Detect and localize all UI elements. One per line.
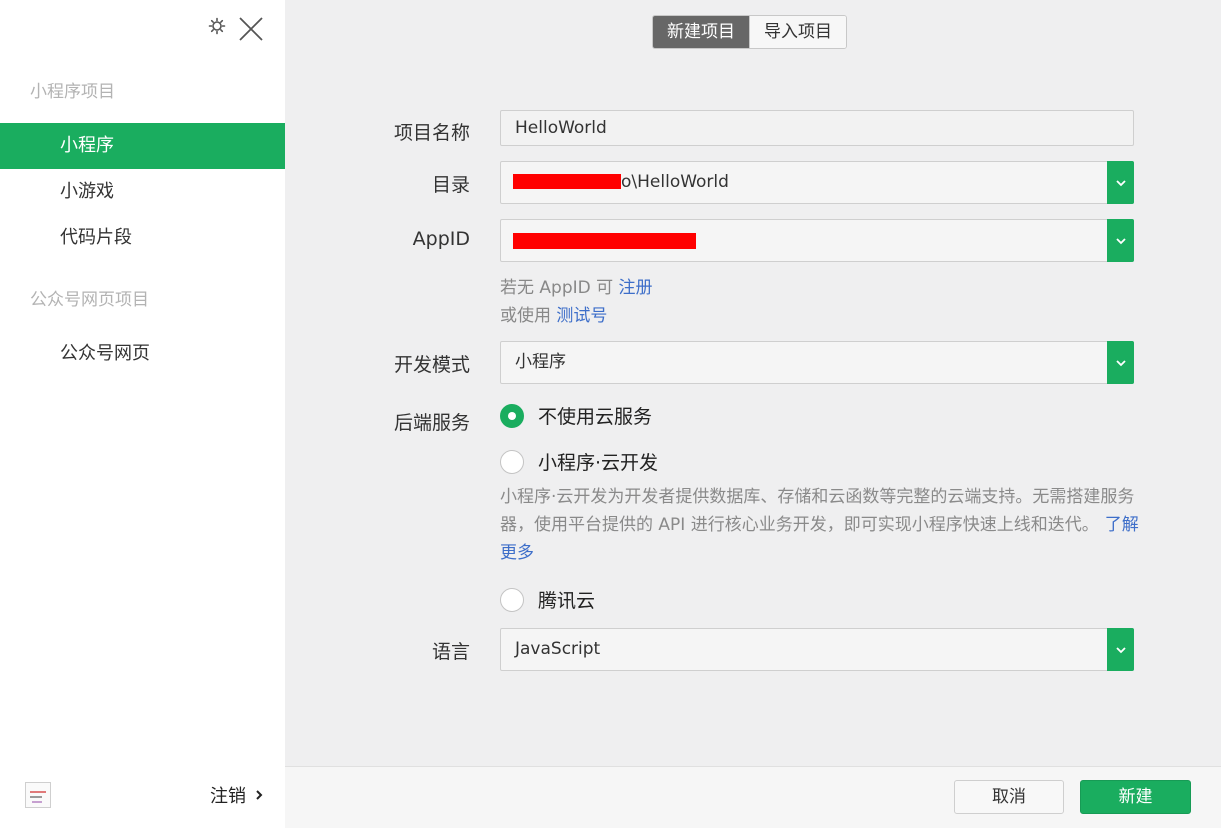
radio-button-checked[interactable] [500,403,524,428]
redacted-appid [513,233,696,249]
appid-label: AppID [412,228,470,250]
cloud-dev-description: 小程序·云开发为开发者提供数据库、存储和云函数等完整的云端支持。无需搭建服务器，… [500,483,1140,567]
radio-tencent-cloud[interactable]: 腾讯云 [500,586,595,613]
appid-select[interactable] [500,219,1134,262]
dev-mode-label: 开发模式 [393,354,470,376]
sidebar-item-official-account-web[interactable]: 公众号网页 [0,331,285,377]
project-name-input[interactable] [501,111,1133,145]
chevron-down-icon [1115,179,1126,186]
language-select[interactable]: JavaScript [500,628,1134,671]
chevron-down-icon [1115,646,1126,653]
main-panel: 新建项目 导入项目 项目名称 目录 o\HelloWorld AppID 若无 … [285,0,1221,828]
footer-bar: 取消 新建 [285,766,1221,828]
radio-cloud-dev-label: 小程序·云开发 [538,452,659,474]
radio-tencent-cloud-label: 腾讯云 [538,590,596,612]
project-name-field [500,110,1134,146]
close-icon[interactable] [238,16,264,42]
radio-button[interactable] [500,449,524,474]
sidebar-item-miniprogram[interactable]: 小程序 [0,123,285,169]
directory-value: o\HelloWorld [621,172,729,192]
sidebar-footer: 注销 [0,764,285,828]
test-account-link[interactable]: 测试号 [556,306,607,326]
language-label: 语言 [431,641,470,663]
project-mode-tabs: 新建项目 导入项目 [652,15,847,49]
appid-dropdown-button[interactable] [1107,219,1134,262]
language-dropdown-button[interactable] [1107,628,1134,671]
sidebar-item-code-snippet[interactable]: 代码片段 [0,215,285,261]
radio-no-cloud[interactable]: 不使用云服务 [500,402,652,429]
logout-button[interactable]: 注销 [210,782,264,808]
cancel-button[interactable]: 取消 [954,780,1064,814]
appid-hint: 若无 AppID 可 注册 [500,273,653,298]
dev-mode-dropdown-button[interactable] [1107,341,1134,384]
radio-no-cloud-label: 不使用云服务 [538,406,653,428]
radio-cloud-dev[interactable]: 小程序·云开发 [500,448,658,475]
redacted-path [513,174,621,189]
sidebar-item-minigame[interactable]: 小游戏 [0,169,285,215]
chevron-down-icon [1115,237,1126,244]
sidebar-top-icons [0,14,285,42]
dev-mode-select[interactable]: 小程序 [500,341,1134,384]
cloud-dev-description-text: 小程序·云开发为开发者提供数据库、存储和云函数等完整的云端支持。无需搭建服务器，… [500,487,1135,535]
create-button[interactable]: 新建 [1080,780,1191,814]
logout-label: 注销 [210,786,246,807]
backend-label: 后端服务 [393,412,470,434]
testid-hint-text: 或使用 [500,306,551,326]
directory-select[interactable]: o\HelloWorld [500,161,1134,204]
appid-hint-text: 若无 AppID 可 [500,278,614,298]
directory-dropdown-button[interactable] [1107,161,1134,204]
sidebar-section-miniprogram: 小程序项目 [30,82,115,102]
avatar[interactable] [25,782,51,808]
directory-label: 目录 [431,174,470,196]
chevron-right-icon [256,790,263,800]
chevron-down-icon [1115,359,1126,366]
register-link[interactable]: 注册 [619,278,653,298]
radio-button[interactable] [500,587,524,612]
dev-mode-value: 小程序 [515,352,566,372]
sidebar-section-official-account: 公众号网页项目 [30,290,149,310]
tab-import-project[interactable]: 导入项目 [749,16,846,48]
project-name-label: 项目名称 [393,122,470,144]
language-value: JavaScript [515,639,601,659]
gear-icon[interactable] [208,17,226,35]
tab-new-project[interactable]: 新建项目 [653,16,749,48]
testid-hint: 或使用 测试号 [500,301,607,326]
sidebar: 小程序项目 小程序 小游戏 代码片段 公众号网页项目 公众号网页 注销 [0,0,285,828]
